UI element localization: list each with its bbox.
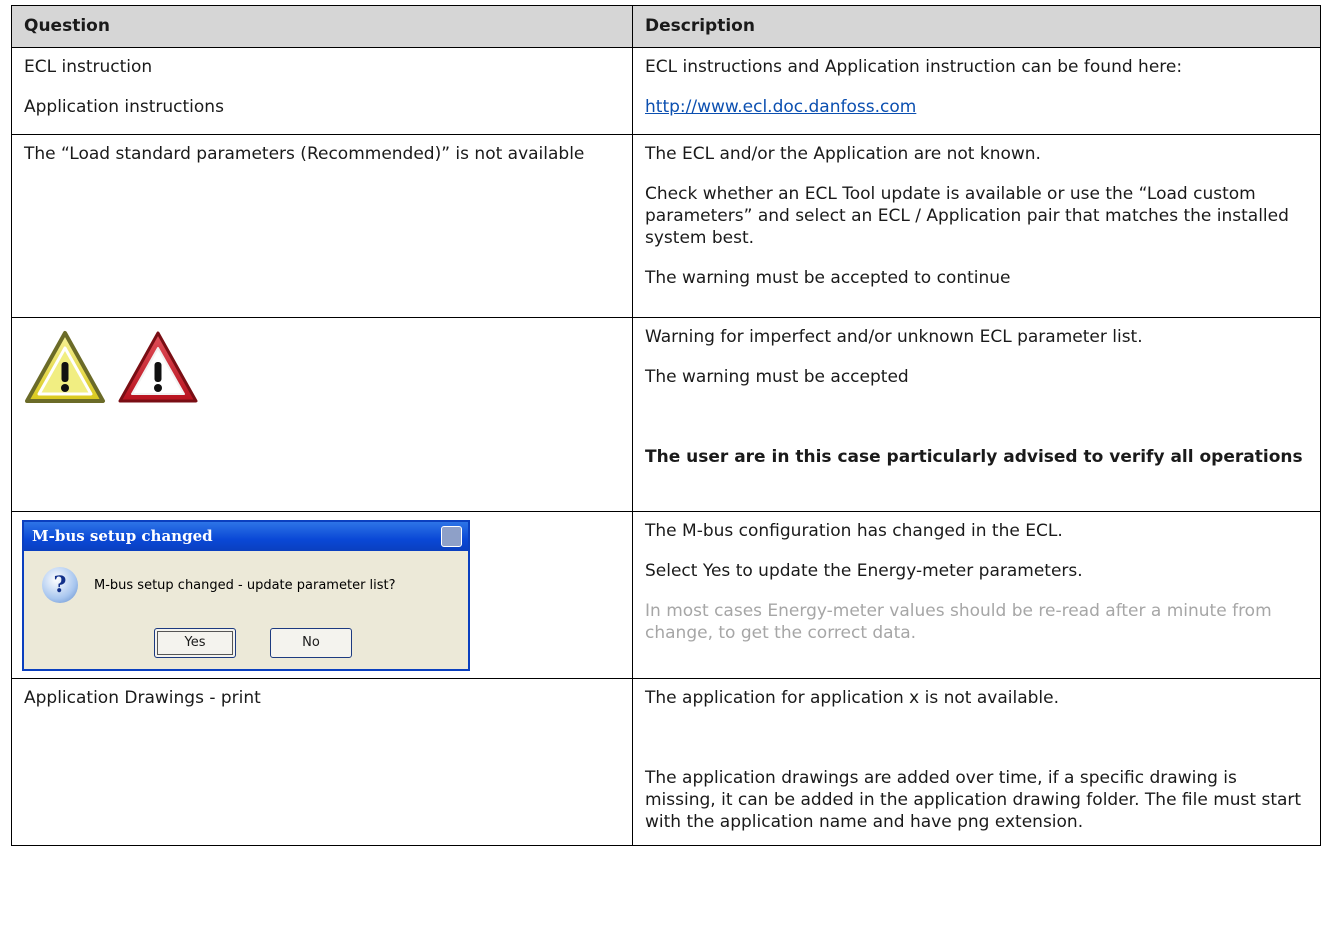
question-text: Application instructions bbox=[24, 97, 224, 117]
description-cell: The application for application x is not… bbox=[632, 678, 1321, 846]
warning-yellow-icon bbox=[25, 331, 105, 403]
note-text: In most cases Energy-meter values should… bbox=[645, 601, 1272, 643]
dialog-title: M-bus setup changed bbox=[32, 527, 213, 545]
table-row: Application Drawings - print The applica… bbox=[11, 678, 1321, 846]
no-button[interactable]: No bbox=[270, 628, 352, 658]
question-cell: M-bus setup changed ? M-bus setup change… bbox=[11, 511, 633, 679]
description-text: The application drawings are added over … bbox=[645, 768, 1302, 832]
description-text: Warning for imperfect and/or unknown ECL… bbox=[645, 327, 1143, 347]
question-icon: ? bbox=[42, 567, 78, 603]
dialog-titlebar: M-bus setup changed bbox=[24, 522, 468, 551]
description-cell: The M-bus configuration has changed in t… bbox=[632, 511, 1321, 679]
description-text: The warning must be accepted to continue bbox=[645, 268, 1011, 288]
question-cell: ECL instruction Application instructions bbox=[11, 47, 633, 135]
description-cell: Warning for imperfect and/or unknown ECL… bbox=[632, 317, 1321, 512]
faq-table: Question Description ECL instruction App… bbox=[11, 5, 1321, 846]
description-text: Select Yes to update the Energy-meter pa… bbox=[645, 561, 1083, 581]
header-question: Question bbox=[11, 5, 633, 48]
question-text: The “Load standard parameters (Recommend… bbox=[24, 144, 585, 164]
description-cell: The ECL and/or the Application are not k… bbox=[632, 134, 1321, 318]
dialog-message: M-bus setup changed - update parameter l… bbox=[94, 578, 396, 593]
description-text: ECL instructions and Application instruc… bbox=[645, 57, 1183, 77]
question-cell: The “Load standard parameters (Recommend… bbox=[11, 134, 633, 318]
table-row: ECL instruction Application instructions… bbox=[11, 47, 1321, 135]
description-cell: ECL instructions and Application instruc… bbox=[632, 47, 1321, 135]
question-cell: Application Drawings - print bbox=[11, 678, 633, 846]
description-text: The ECL and/or the Application are not k… bbox=[645, 144, 1041, 164]
warning-red-icon bbox=[118, 331, 198, 403]
description-text: The M-bus configuration has changed in t… bbox=[645, 521, 1063, 541]
description-text: The application for application x is not… bbox=[645, 688, 1059, 708]
yes-button[interactable]: Yes bbox=[154, 628, 236, 658]
question-cell bbox=[11, 317, 633, 512]
table-header-row: Question Description bbox=[11, 5, 1321, 48]
table-row: Warning for imperfect and/or unknown ECL… bbox=[11, 317, 1321, 512]
close-icon[interactable] bbox=[441, 526, 462, 547]
description-text: The warning must be accepted bbox=[645, 367, 909, 387]
table-row: M-bus setup changed ? M-bus setup change… bbox=[11, 511, 1321, 679]
question-text: ECL instruction bbox=[24, 57, 153, 77]
header-description: Description bbox=[632, 5, 1321, 48]
description-text: Check whether an ECL Tool update is avai… bbox=[645, 184, 1289, 248]
documentation-link[interactable]: http://www.ecl.doc.danfoss.com bbox=[645, 97, 916, 117]
mbus-dialog: M-bus setup changed ? M-bus setup change… bbox=[22, 520, 470, 671]
warning-icons bbox=[24, 326, 622, 406]
question-text: Application Drawings - print bbox=[24, 688, 261, 708]
table-row: The “Load standard parameters (Recommend… bbox=[11, 134, 1321, 318]
advice-text: The user are in this case particularly a… bbox=[645, 447, 1303, 467]
